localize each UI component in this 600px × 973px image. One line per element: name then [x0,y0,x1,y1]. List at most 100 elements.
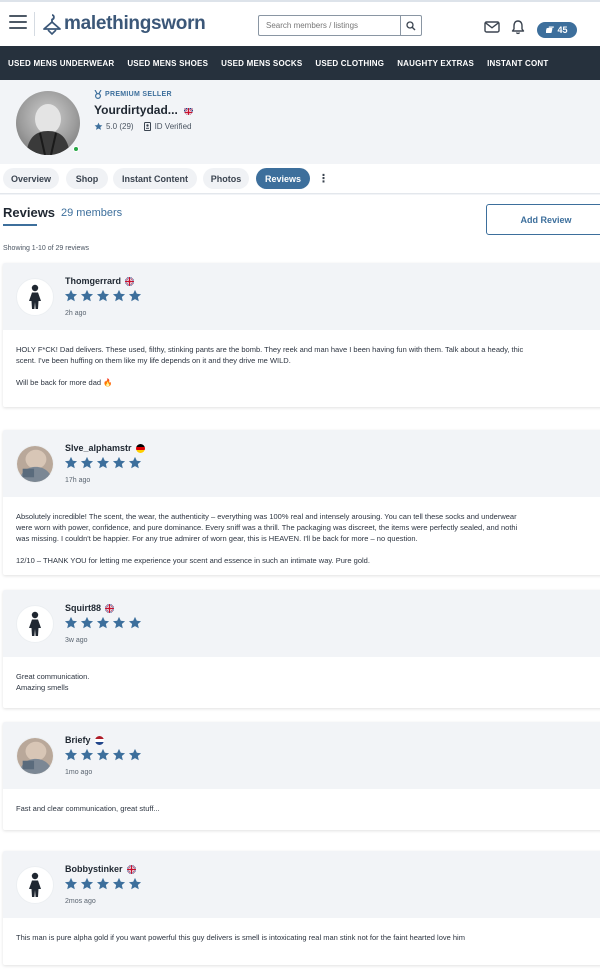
tab-reviews[interactable]: Reviews [256,168,310,189]
bell-icon[interactable] [511,19,525,35]
star-icon [80,748,94,761]
tab-overview[interactable]: Overview [3,168,59,189]
credits-icon [546,26,555,33]
review-header: Slve_alphamstr 17h ago [3,430,600,497]
premium-seller-label: PREMIUM SELLER [105,91,172,98]
review-body: Fast and clear communication, great stuf… [3,789,600,830]
more-options-icon[interactable]: ⋮ [318,172,329,185]
star-icon [64,748,78,761]
review-text-line: Fast and clear communication, great stuf… [16,804,160,813]
reviewer-name-text: Slve_alphamstr [65,443,132,453]
star-icon [112,289,126,302]
review-card: Slve_alphamstr 17h ago Absolutely incredib… [3,430,600,575]
reviews-count: 29 members [61,207,123,219]
review-star-rating [64,289,142,303]
reviewer-name[interactable]: Slve_alphamstr [65,443,145,453]
nav-used-mens-underwear[interactable]: USED MENS UNDERWEAR [8,59,114,68]
reviews-title: Reviews [3,205,56,220]
review-body: Great communication. Amazing smells [3,657,600,708]
search-input[interactable] [259,16,400,35]
review-card: Squirt88 3w ago Great communication. Amazin… [3,590,600,708]
nav-used-mens-socks[interactable]: USED MENS SOCKS [221,59,302,68]
premium-seller-badge: PREMIUM SELLER [94,90,172,99]
reviews-showing-count: Showing 1-10 of 29 reviews [3,245,89,252]
tab-photos[interactable]: Photos [203,168,249,189]
review-star-rating [64,456,142,470]
star-icon [64,877,78,890]
search-button[interactable] [400,16,421,35]
star-icon [96,456,110,469]
star-icon [112,748,126,761]
review-text-line: Amazing smells [16,683,69,692]
review-time: 3w ago [65,637,88,644]
reviewer-avatar[interactable] [16,445,54,483]
review-paragraph: Great communication. Amazing smells [16,671,594,693]
medal-icon [94,90,102,99]
nav-naughty-extras[interactable]: NAUGHTY EXTRAS [397,59,474,68]
reviewer-name-text: Briefy [65,735,91,745]
nav-instant-content[interactable]: INSTANT CONT [487,59,548,68]
star-icon [80,289,94,302]
review-paragraph: HOLY F*CK! Dad delivers. These used, fil… [16,344,594,366]
review-header: Briefy 1mo ago [3,722,600,789]
review-header: Squirt88 3w ago [3,590,600,657]
site-logo[interactable]: malethingsworn [42,13,206,35]
review-paragraph: Fast and clear communication, great stuf… [16,803,594,814]
review-star-rating [64,616,142,630]
reviewer-avatar[interactable] [16,278,54,316]
nav-used-clothing[interactable]: USED CLOTHING [315,59,384,68]
profile-tabs: Overview Shop Instant Content Photos Rev… [0,164,600,194]
star-icon [128,616,142,629]
star-icon [64,616,78,629]
review-text-line: scent. I've been huffing on them like my… [16,356,291,365]
seller-username[interactable]: Yourdirtydad... [94,103,193,117]
seller-profile: PREMIUM SELLER Yourdirtydad... 5.0 (29) … [0,80,600,164]
uk-flag-icon [183,106,193,115]
uk-flag-icon [126,864,136,874]
reviewer-avatar[interactable] [16,605,54,643]
site-header: malethingsworn 45 [0,0,600,46]
tab-shop[interactable]: Shop [66,168,108,189]
reviewer-name[interactable]: Bobbystinker [65,864,136,874]
seller-avatar-wrap[interactable] [16,91,80,155]
reviewer-name[interactable]: Briefy [65,735,104,745]
review-text-line: HOLY F*CK! Dad delivers. These used, fil… [16,345,524,354]
star-icon [64,456,78,469]
seller-username-text: Yourdirtydad... [94,103,178,117]
reviewer-name-text: Thomgerrard [65,276,122,286]
review-header: Thomgerrard 2h ago [3,263,600,330]
reviewer-name[interactable]: Thomgerrard [65,276,135,286]
review-body: This man is pure alpha gold if you want … [3,918,600,959]
review-text-line: Absolutely incredible! The scent, the we… [16,512,517,521]
review-star-rating [64,877,142,891]
credits-badge[interactable]: 45 [537,22,577,38]
star-icon [128,456,142,469]
mail-icon[interactable] [484,21,500,33]
review-card: Thomgerrard 2h ago HOLY F*CK! Dad delivers… [3,263,600,407]
star-icon [128,748,142,761]
category-nav: USED MENS UNDERWEAR USED MENS SHOES USED… [0,46,600,80]
logo-text: malethingsworn [64,13,206,34]
reviewer-avatar[interactable] [16,866,54,904]
star-icon [96,877,110,890]
nav-used-mens-shoes[interactable]: USED MENS SHOES [127,59,208,68]
star-icon [112,456,126,469]
search-box [258,15,422,36]
review-time: 2h ago [65,310,87,317]
reviewer-name[interactable]: Squirt88 [65,603,115,613]
reviewer-name-text: Bobbystinker [65,864,123,874]
reviews-title-underline [3,224,37,226]
add-review-button[interactable]: Add Review [486,204,600,235]
review-text-line: This man is pure alpha gold if you want … [16,933,465,942]
reviewer-avatar[interactable] [16,737,54,775]
star-icon [112,616,126,629]
logo-hanger-icon [43,14,61,35]
tab-instant-content[interactable]: Instant Content [113,168,197,189]
review-paragraph: 12/10 – THANK YOU for letting me experie… [16,555,594,566]
review-paragraph: Absolutely incredible! The scent, the we… [16,511,594,544]
hamburger-menu-icon[interactable] [9,15,27,31]
star-icon [96,289,110,302]
star-icon [96,616,110,629]
nl-flag-icon [94,735,104,745]
review-text-line: was missing. I couldn't be happier. For … [16,534,418,543]
